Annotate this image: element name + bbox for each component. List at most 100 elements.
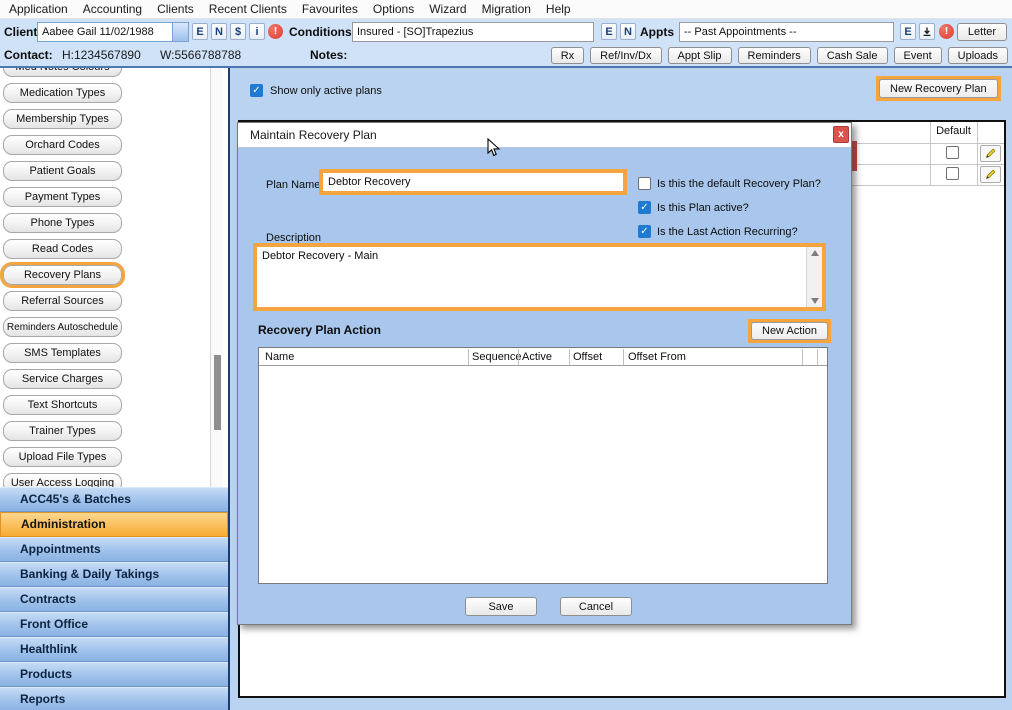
sidebar-item-orchard-codes[interactable]: Orchard Codes bbox=[3, 135, 122, 155]
last-action-recurring-label: Is the Last Action Recurring? bbox=[657, 226, 798, 238]
default-plan-checkbox[interactable]: ✓ bbox=[638, 177, 651, 190]
sidebar-item-read-codes[interactable]: Read Codes bbox=[3, 239, 122, 259]
plan-name-input[interactable]: Debtor Recovery bbox=[319, 169, 627, 195]
sidebar-item-medication-types[interactable]: Medication Types bbox=[3, 83, 122, 103]
accordion-products[interactable]: Products bbox=[0, 662, 228, 687]
description-value: Debtor Recovery - Main bbox=[257, 247, 822, 262]
close-icon[interactable]: x bbox=[833, 126, 849, 143]
menu-clients[interactable]: Clients bbox=[154, 2, 197, 16]
sidebar-item-patient-goals[interactable]: Patient Goals bbox=[3, 161, 122, 181]
sidebar-item-payment-types[interactable]: Payment Types bbox=[3, 187, 122, 207]
accordion-front-office[interactable]: Front Office bbox=[0, 612, 228, 637]
download-icon[interactable] bbox=[919, 23, 935, 40]
condition-new-button[interactable]: N bbox=[620, 23, 636, 40]
plan-name-label: Plan Name bbox=[266, 179, 320, 191]
textarea-scrollbar[interactable] bbox=[806, 247, 822, 307]
letter-button[interactable]: Letter bbox=[957, 23, 1007, 41]
accordion-appointments[interactable]: Appointments bbox=[0, 537, 228, 562]
save-button[interactable]: Save bbox=[465, 597, 537, 616]
sidebar-item-trainer-types[interactable]: Trainer Types bbox=[3, 421, 122, 441]
menu-help[interactable]: Help bbox=[543, 2, 574, 16]
plan-active-checkbox[interactable]: ✓ bbox=[638, 201, 651, 214]
accordion-banking-daily-takings[interactable]: Banking & Daily Takings bbox=[0, 562, 228, 587]
sidebar-scrollbar[interactable] bbox=[210, 68, 223, 487]
sidebar-button-list: Med Notes Colours Medication Types Membe… bbox=[3, 68, 122, 493]
plan-row-edit-button[interactable] bbox=[980, 166, 1001, 183]
chevron-down-icon[interactable] bbox=[172, 23, 188, 41]
scroll-down-icon[interactable] bbox=[811, 298, 819, 304]
show-active-plans-checkbox[interactable]: ✓ bbox=[250, 84, 263, 97]
menu-wizard[interactable]: Wizard bbox=[426, 2, 469, 16]
sidebar-item-text-shortcuts[interactable]: Text Shortcuts bbox=[3, 395, 122, 415]
action-table-header: Name Sequence Active Offset Offset From bbox=[259, 348, 827, 366]
recovery-plan-action-table: Name Sequence Active Offset Offset From bbox=[258, 347, 828, 584]
appt-alert-icon[interactable]: ! bbox=[939, 24, 954, 39]
sidebar-item-sms-templates[interactable]: SMS Templates bbox=[3, 343, 122, 363]
accordion-healthlink[interactable]: Healthlink bbox=[0, 637, 228, 662]
checkmark-icon: ✓ bbox=[252, 86, 260, 96]
menu-bar: Application Accounting Clients Recent Cl… bbox=[0, 0, 1012, 19]
sidebar-item-med-notes-colours[interactable]: Med Notes Colours bbox=[3, 68, 122, 77]
cash-sale-button[interactable]: Cash Sale bbox=[817, 47, 888, 64]
home-phone: H:1234567890 bbox=[62, 45, 141, 66]
client-label: Client bbox=[4, 19, 37, 45]
cancel-button[interactable]: Cancel bbox=[560, 597, 632, 616]
appt-edit-button[interactable]: E bbox=[900, 23, 916, 40]
plan-row-default-checkbox[interactable]: ✓ bbox=[946, 167, 959, 180]
menu-accounting[interactable]: Accounting bbox=[80, 2, 145, 16]
accordion-administration[interactable]: Administration bbox=[0, 512, 228, 537]
client-alert-icon[interactable]: ! bbox=[268, 24, 283, 39]
rx-button[interactable]: Rx bbox=[551, 47, 584, 64]
col-header-offset: Offset bbox=[573, 348, 602, 366]
accordion-contracts[interactable]: Contracts bbox=[0, 587, 228, 612]
sidebar-item-reminders-autoschedule[interactable]: Reminders Autoschedule bbox=[3, 317, 122, 337]
reminders-button[interactable]: Reminders bbox=[738, 47, 811, 64]
client-info-button[interactable]: i bbox=[249, 23, 265, 40]
uploads-button[interactable]: Uploads bbox=[948, 47, 1008, 64]
description-textarea[interactable]: Debtor Recovery - Main bbox=[253, 243, 826, 311]
sidebar-item-upload-file-types[interactable]: Upload File Types bbox=[3, 447, 122, 467]
plan-row-edit-button[interactable] bbox=[980, 145, 1001, 162]
accordion-reports[interactable]: Reports bbox=[0, 687, 228, 710]
sidebar-item-service-charges[interactable]: Service Charges bbox=[3, 369, 122, 389]
client-new-button[interactable]: N bbox=[211, 23, 227, 40]
event-button[interactable]: Event bbox=[894, 47, 942, 64]
chevron-down-icon[interactable] bbox=[577, 23, 593, 41]
menu-migration[interactable]: Migration bbox=[479, 2, 534, 16]
client-billing-button[interactable]: $ bbox=[230, 23, 246, 40]
client-edit-button[interactable]: E bbox=[192, 23, 208, 40]
sidebar-item-recovery-plans[interactable]: Recovery Plans bbox=[3, 265, 122, 285]
last-action-recurring-checkbox[interactable]: ✓ bbox=[638, 225, 651, 238]
appts-label: Appts bbox=[640, 19, 674, 45]
appt-slip-button[interactable]: Appt Slip bbox=[668, 47, 732, 64]
scrollbar-thumb[interactable] bbox=[214, 355, 221, 430]
accordion-acc45s-batches[interactable]: ACC45's & Batches bbox=[0, 487, 228, 512]
pencil-icon bbox=[984, 168, 997, 181]
ref-inv-dx-button[interactable]: Ref/Inv/Dx bbox=[590, 47, 661, 64]
new-action-button[interactable]: New Action bbox=[751, 322, 828, 340]
client-toolbar: Client Aabee Gail 11/02/1988 E N $ i ! C… bbox=[0, 19, 1012, 45]
sidebar-item-phone-types[interactable]: Phone Types bbox=[3, 213, 122, 233]
scroll-up-icon[interactable] bbox=[811, 250, 819, 256]
sidebar-item-referral-sources[interactable]: Referral Sources bbox=[3, 291, 122, 311]
plan-row-default-checkbox[interactable]: ✓ bbox=[946, 146, 959, 159]
contact-label: Contact: bbox=[4, 45, 53, 66]
plan-active-label: Is this Plan active? bbox=[657, 202, 749, 214]
conditions-select[interactable]: Insured - [SO]Trapezius bbox=[352, 22, 594, 42]
chevron-down-icon[interactable] bbox=[877, 23, 893, 41]
menu-options[interactable]: Options bbox=[370, 2, 417, 16]
recovery-plan-action-label: Recovery Plan Action bbox=[258, 323, 381, 337]
show-active-plans-label: Show only active plans bbox=[270, 85, 382, 97]
download-arrow-glyph bbox=[921, 26, 933, 38]
menu-favourites[interactable]: Favourites bbox=[299, 2, 361, 16]
sidebar-item-membership-types[interactable]: Membership Types bbox=[3, 109, 122, 129]
selected-row-indicator bbox=[852, 141, 857, 171]
new-recovery-plan-button[interactable]: New Recovery Plan bbox=[879, 79, 998, 98]
condition-edit-button[interactable]: E bbox=[601, 23, 617, 40]
client-select[interactable]: Aabee Gail 11/02/1988 bbox=[37, 22, 189, 42]
appts-select[interactable]: -- Past Appointments -- bbox=[679, 22, 894, 42]
col-header-offset-from: Offset From bbox=[628, 348, 686, 366]
menu-application[interactable]: Application bbox=[6, 2, 71, 16]
menu-recent-clients[interactable]: Recent Clients bbox=[206, 2, 290, 16]
dialog-title-bar[interactable]: Maintain Recovery Plan x bbox=[238, 123, 851, 148]
